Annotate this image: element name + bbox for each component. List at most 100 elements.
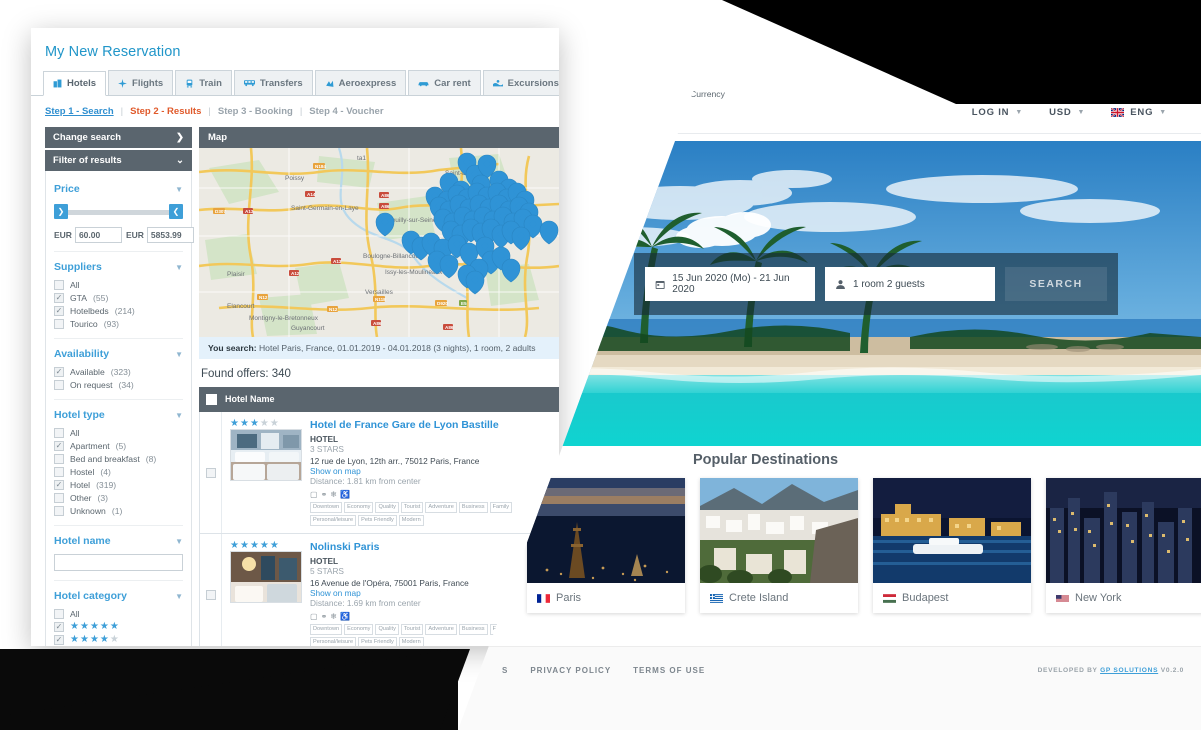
checkbox-icon[interactable]: ✓ bbox=[54, 292, 64, 303]
checkbox-icon[interactable] bbox=[54, 466, 64, 477]
flag-us-icon bbox=[1056, 594, 1069, 602]
supplier-option[interactable]: All bbox=[54, 278, 183, 291]
tab-aeroexpress[interactable]: Aeroexpress bbox=[314, 70, 407, 95]
tab-flights[interactable]: Flights bbox=[108, 70, 174, 95]
checkbox-icon[interactable]: ✓ bbox=[54, 366, 64, 377]
hotel-type-option[interactable]: Unknown (1) bbox=[54, 504, 183, 517]
supplier-option[interactable]: ✓ Hotelbeds (214) bbox=[54, 304, 183, 317]
hotel-name-link[interactable]: Hotel de France Gare de Lyon Bastille bbox=[310, 419, 559, 432]
svg-text:ta1: ta1 bbox=[357, 155, 366, 162]
wifi-icon: ⚭ bbox=[320, 490, 328, 500]
change-search-label: Change search bbox=[53, 132, 122, 143]
checkbox-icon[interactable] bbox=[54, 318, 64, 329]
table-row[interactable]: ★ ★ ★ ★ ★ Hotel de France Gare de Lyon Bastil… bbox=[199, 412, 559, 535]
destination-card[interactable]: Crete Island bbox=[700, 478, 858, 613]
footer-link[interactable]: S bbox=[502, 666, 508, 675]
slider-handle-max[interactable]: ❮ bbox=[169, 204, 183, 219]
tv-icon: ▢ bbox=[310, 612, 318, 622]
supplier-option[interactable]: Tourico (93) bbox=[54, 317, 183, 330]
option-label: Available bbox=[70, 366, 105, 377]
price-max-input[interactable]: 5853.99 bbox=[146, 227, 194, 243]
tab-hotels[interactable]: Hotels bbox=[43, 71, 107, 96]
destination-card[interactable]: New York bbox=[1046, 478, 1201, 613]
results-table-header: Hotel Name Supplier Availability Su bbox=[199, 387, 559, 412]
hotel-name-input[interactable] bbox=[54, 554, 183, 571]
step-1[interactable]: Step 1 - Search bbox=[45, 106, 114, 117]
option-count: (214) bbox=[114, 305, 135, 316]
availability-option[interactable]: ✓ Available (323) bbox=[54, 365, 183, 378]
chevron-down-icon[interactable]: ▼ bbox=[175, 592, 183, 601]
chevron-down-icon[interactable]: ▼ bbox=[175, 185, 183, 194]
row-checkbox[interactable] bbox=[205, 589, 216, 600]
slider-handle-min[interactable]: ❯ bbox=[54, 204, 68, 219]
step-3[interactable]: Step 3 - Booking bbox=[218, 106, 293, 117]
hotel-category-option[interactable]: ✓ ★ ★ ★ ★ ★ bbox=[54, 633, 183, 646]
tab-transfers[interactable]: Transfers bbox=[233, 70, 313, 95]
step-2[interactable]: Step 2 - Results bbox=[130, 106, 201, 117]
hotel-type-option[interactable]: Bed and breakfast (8) bbox=[54, 452, 183, 465]
option-label: Other bbox=[70, 492, 92, 503]
person-icon bbox=[836, 279, 845, 289]
hotel-category-option[interactable]: ✓ ★ ★ ★ ★ ★ bbox=[54, 620, 183, 633]
change-search-toggle[interactable]: Change search ❯ bbox=[45, 127, 192, 148]
hotel-type-option[interactable]: ✓ Hotel (319) bbox=[54, 478, 183, 491]
availability-option[interactable]: On request (34) bbox=[54, 378, 183, 391]
tab-train[interactable]: Train bbox=[175, 70, 232, 95]
results-map[interactable]: Poissy Saint-Germain-en-Laye Saint-Denis… bbox=[199, 148, 559, 337]
checkbox-icon[interactable] bbox=[54, 379, 64, 390]
show-on-map-link[interactable]: Show on map bbox=[310, 466, 559, 476]
price-range-slider[interactable]: ❯ ❮ bbox=[54, 204, 183, 220]
developer-link[interactable]: GP SOLUTIONS bbox=[1100, 667, 1158, 674]
hotel-type-option[interactable]: ✓ Apartment (5) bbox=[54, 439, 183, 452]
chevron-down-icon[interactable]: ▼ bbox=[175, 411, 183, 420]
hotel-type-option[interactable]: Other (3) bbox=[54, 491, 183, 504]
hotel-tag: Business bbox=[458, 624, 488, 636]
row-checkbox[interactable] bbox=[205, 467, 216, 478]
destination-name: Crete Island bbox=[729, 592, 789, 604]
hotel-type-option[interactable]: All bbox=[54, 426, 183, 439]
destination-card[interactable]: Budapest bbox=[873, 478, 1031, 613]
checkbox-icon[interactable] bbox=[54, 279, 64, 290]
checkbox-icon[interactable]: ✓ bbox=[54, 440, 64, 451]
select-all-checkbox[interactable] bbox=[206, 394, 217, 405]
step-4[interactable]: Step 4 - Voucher bbox=[309, 106, 383, 117]
login-menu[interactable]: LOG IN ▼ bbox=[972, 107, 1023, 118]
checkbox-icon[interactable]: ✓ bbox=[54, 634, 64, 645]
checkbox-icon[interactable] bbox=[54, 427, 64, 438]
checkbox-icon[interactable] bbox=[54, 505, 64, 516]
checkbox-icon[interactable] bbox=[54, 608, 64, 619]
hotel-category-all[interactable]: All bbox=[54, 607, 183, 620]
hotel-thumbnail[interactable] bbox=[230, 429, 302, 481]
destination-name: New York bbox=[1075, 592, 1122, 604]
price-min-input[interactable]: 60.00 bbox=[74, 227, 122, 243]
destination-card[interactable]: Paris bbox=[527, 478, 685, 613]
checkbox-icon[interactable] bbox=[54, 492, 64, 503]
plane-icon bbox=[118, 78, 127, 88]
tab-label: Aeroexpress bbox=[338, 77, 397, 89]
tab-car-rent[interactable]: Car rent bbox=[408, 70, 481, 95]
guests-field[interactable]: 1 room 2 guests bbox=[825, 267, 995, 301]
footer-link[interactable]: PRIVACY POLICY bbox=[530, 666, 611, 675]
dates-field[interactable]: 15 Jun 2020 (Mo) - 21 Jun 2020 bbox=[645, 267, 815, 301]
price-max-currency: EUR bbox=[125, 230, 144, 240]
search-button[interactable]: SEARCH bbox=[1005, 267, 1107, 301]
divider bbox=[458, 133, 1201, 134]
chevron-down-icon[interactable]: ▼ bbox=[175, 350, 183, 359]
chevron-down-icon[interactable]: ▼ bbox=[175, 263, 183, 272]
tab-excursions[interactable]: Excursions bbox=[482, 70, 559, 95]
checkbox-icon[interactable]: ✓ bbox=[54, 305, 64, 316]
footer-link[interactable]: TERMS OF USE bbox=[633, 666, 705, 675]
currency-menu[interactable]: USD ▼ bbox=[1049, 107, 1085, 118]
tab-label: Flights bbox=[132, 77, 164, 89]
supplier-option[interactable]: ✓ GTA (55) bbox=[54, 291, 183, 304]
hotel-name-link[interactable]: Nolinski Paris bbox=[310, 541, 559, 554]
checkbox-icon[interactable]: ✓ bbox=[54, 479, 64, 490]
filter-of-results-toggle[interactable]: Filter of results ⌄ bbox=[45, 150, 192, 171]
checkbox-icon[interactable]: ✓ bbox=[54, 621, 64, 632]
chevron-down-icon[interactable]: ▼ bbox=[175, 537, 183, 546]
language-menu[interactable]: ENG ▼ bbox=[1111, 107, 1167, 118]
hotel-type-option[interactable]: Hostel (4) bbox=[54, 465, 183, 478]
hotel-tag: Personal/leisure bbox=[310, 637, 357, 646]
checkbox-icon[interactable] bbox=[54, 453, 64, 464]
hotel-thumbnail[interactable] bbox=[230, 551, 302, 604]
